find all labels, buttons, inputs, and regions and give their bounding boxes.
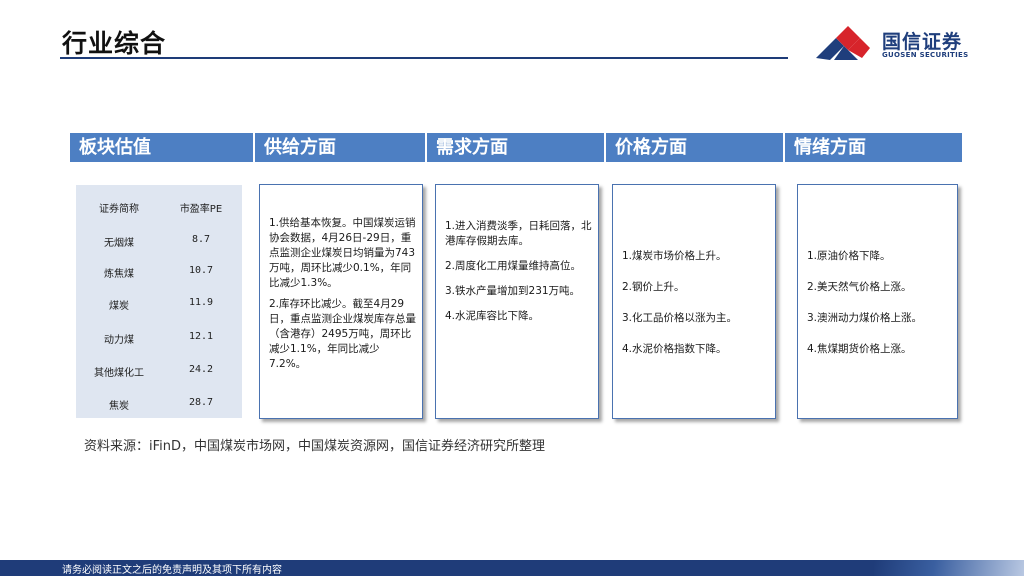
valuation-table: 证券简称 市盈率PE 无烟煤 8.7 炼焦煤 10.7 煤炭 11.9 动力煤 … [76,185,242,418]
sector-name: 动力煤 [104,335,134,346]
price-point-1: 1.煤炭市场价格上升。 [622,250,727,262]
demand-point-4: 4.水泥库容比下降。 [445,310,540,322]
footer-bar: 请务必阅读正文之后的免责声明及其项下所有内容 [0,560,1024,576]
sentiment-card: 1.原油价格下降。 2.美天然气价格上涨。 3.澳洲动力煤价格上涨。 4.焦煤期… [797,184,958,419]
pe-value: 10.7 [188,265,214,276]
header-demand: 需求方面 [427,133,604,162]
supply-point-2: 2.库存环比减少。截至4月29日，重点监测企业煤炭库存总量（含港存）2495万吨… [269,298,416,370]
demand-point-2: 2.周度化工用煤量维持高位。 [445,260,582,272]
column-header-pe: 市盈率PE [179,204,223,215]
pe-value: 24.2 [188,364,214,375]
company-logo: 国信证券 GUOSEN SECURITIES [814,24,979,64]
logo-english-name: GUOSEN SECURITIES [882,51,969,59]
price-point-3: 3.化工品价格以涨为主。 [622,312,738,324]
table-row: 煤炭 11.9 [76,297,242,327]
data-source-note: 资料来源：iFinD，中国煤炭市场网，中国煤炭资源网，国信证券经济研究所整理 [84,439,546,454]
header-valuation: 板块估值 [70,133,253,162]
pe-value: 28.7 [188,397,214,408]
header-price: 价格方面 [606,133,783,162]
table-row: 炼焦煤 10.7 [76,265,242,295]
footer-decoration [874,560,1024,576]
sentiment-point-3: 3.澳洲动力煤价格上涨。 [807,312,923,324]
sector-name: 其他煤化工 [94,368,144,379]
demand-point-1: 1.进入消费淡季，日耗回落，北港库存假期去库。 [445,220,592,247]
sentiment-point-4: 4.焦煤期货价格上涨。 [807,343,912,355]
table-row: 焦炭 28.7 [76,397,242,427]
price-card: 1.煤炭市场价格上升。 2.钢价上升。 3.化工品价格以涨为主。 4.水泥价格指… [612,184,776,419]
table-row: 其他煤化工 24.2 [76,364,242,394]
supply-point-1: 1.供给基本恢复。中国煤炭运销协会数据，4月26日-29日，重点监测企业煤炭日均… [269,217,416,289]
sector-name: 煤炭 [109,301,129,312]
logo-chinese-name: 国信证券 [882,31,963,53]
disclaimer-text: 请务必阅读正文之后的免责声明及其项下所有内容 [62,565,282,576]
demand-card: 1.进入消费淡季，日耗回落，北港库存假期去库。 2.周度化工用煤量维持高位。 3… [435,184,599,419]
pe-value: 11.9 [188,297,214,308]
pe-value: 12.1 [188,331,214,342]
table-row: 无烟煤 8.7 [76,234,242,264]
page-title: 行业综合 [62,29,167,58]
pe-value: 8.7 [191,234,211,245]
table-header-row: 证券简称 市盈率PE [76,200,242,230]
supply-card: 1.供给基本恢复。中国煤炭运销协会数据，4月26日-29日，重点监测企业煤炭日均… [259,184,423,419]
header-sentiment: 情绪方面 [785,133,962,162]
title-underline [60,57,788,59]
sector-name: 焦炭 [109,401,129,412]
demand-point-3: 3.铁水产量增加到231万吨。 [445,285,581,297]
table-row: 动力煤 12.1 [76,331,242,361]
sentiment-point-2: 2.美天然气价格上涨。 [807,281,912,293]
column-header-name: 证券简称 [99,204,139,215]
price-point-2: 2.钢价上升。 [622,281,685,293]
sector-name: 无烟煤 [104,238,134,249]
guosen-logo-icon [816,26,870,60]
header-supply: 供给方面 [255,133,425,162]
price-point-4: 4.水泥价格指数下降。 [622,343,727,355]
sector-name: 炼焦煤 [104,269,134,280]
sentiment-point-1: 1.原油价格下降。 [807,250,891,262]
